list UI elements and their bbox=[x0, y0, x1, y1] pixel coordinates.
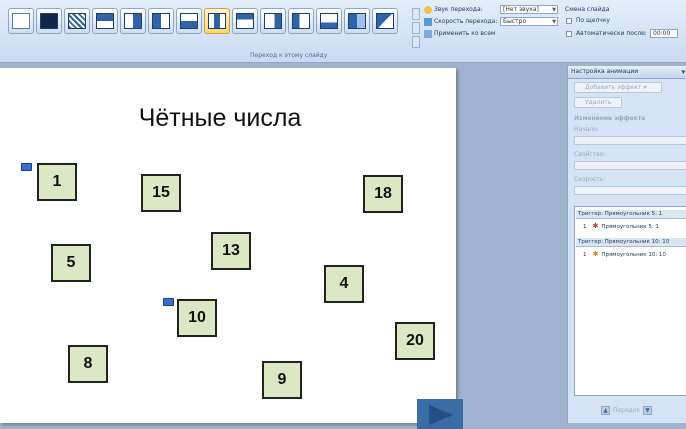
sound-icon bbox=[424, 6, 432, 14]
number-box[interactable]: 18 bbox=[363, 175, 403, 213]
slide-title[interactable]: Чётные числа bbox=[0, 104, 440, 133]
add-effect-button[interactable]: Добавить эффект ▾ bbox=[574, 82, 662, 93]
transition-wipe-down-icon bbox=[96, 13, 114, 29]
number-box[interactable]: 8 bbox=[68, 345, 108, 383]
property-label: Свойство: bbox=[574, 151, 606, 158]
transition-split-icon bbox=[208, 13, 226, 29]
add-effect-label: Добавить эффект bbox=[585, 84, 642, 91]
on-click-label: По щелчку bbox=[576, 17, 610, 24]
transition-dissolve-icon bbox=[68, 13, 86, 29]
sound-value: [Нет звука] bbox=[503, 6, 539, 13]
number-box[interactable]: 10 bbox=[177, 299, 217, 337]
item-label: Прямоугольник 10: 10 bbox=[601, 252, 666, 258]
gallery-scroll-up[interactable] bbox=[412, 8, 420, 20]
speed-icon bbox=[424, 18, 432, 26]
transition-cover-right-button[interactable] bbox=[288, 8, 314, 34]
transition-wipe-up-button[interactable] bbox=[176, 8, 202, 34]
pane-header: Настройка анимации ▾ bbox=[568, 66, 686, 79]
transition-cover-down-icon bbox=[236, 13, 254, 29]
transition-wipe-down-button[interactable] bbox=[92, 8, 118, 34]
transition-split-button[interactable] bbox=[204, 8, 230, 34]
close-pane-icon[interactable]: ▾ bbox=[681, 66, 685, 78]
transition-cover-up-button[interactable] bbox=[316, 8, 342, 34]
on-click-checkbox[interactable] bbox=[566, 18, 572, 24]
speed-select[interactable]: Быстро ▼ bbox=[500, 17, 558, 26]
animation-list[interactable]: Триггер: Прямоугольник 5: 1 1 ✱ Прямоуголь… bbox=[574, 206, 686, 396]
transition-cover-up-icon bbox=[320, 13, 338, 29]
trigger-marker-icon bbox=[163, 298, 174, 306]
effect-star-icon: ✱ bbox=[592, 250, 599, 258]
number-box[interactable]: 9 bbox=[262, 361, 302, 399]
transition-push-button[interactable] bbox=[344, 8, 370, 34]
number-box[interactable]: 5 bbox=[51, 244, 91, 282]
transition-wipe-left-button[interactable] bbox=[120, 8, 146, 34]
transition-cover-left-icon bbox=[264, 13, 282, 29]
gallery-scroll-down[interactable] bbox=[412, 22, 420, 34]
sound-select[interactable]: [Нет звука] ▼ bbox=[500, 5, 558, 14]
number-box[interactable]: 13 bbox=[211, 232, 251, 270]
item-label: Прямоугольник 5: 1 bbox=[601, 224, 659, 230]
transition-dissolve-button[interactable] bbox=[64, 8, 90, 34]
start-select[interactable] bbox=[574, 136, 686, 145]
number-box[interactable]: 4 bbox=[324, 265, 364, 303]
speed-label-pane: Скорость: bbox=[574, 176, 606, 183]
reorder-controls: ▲ Порядок ▼ bbox=[598, 406, 655, 415]
transition-fade-icon bbox=[40, 13, 58, 29]
change-effect-heading: Изменение эффекта bbox=[574, 115, 646, 122]
item-index: 1 bbox=[583, 252, 587, 258]
speed-label: Скорость перехода: bbox=[434, 18, 498, 25]
trigger-header[interactable]: Триггер: Прямоугольник 10: 10 bbox=[576, 238, 686, 247]
group-label: Переход к этому слайду bbox=[250, 52, 328, 59]
move-down-icon[interactable]: ▼ bbox=[643, 406, 653, 415]
trigger-marker-icon bbox=[21, 163, 32, 171]
auto-after-label: Автоматически после: bbox=[576, 30, 647, 37]
transition-strips-icon bbox=[376, 13, 394, 29]
animation-item[interactable]: 1 ✱ Прямоугольник 5: 1 bbox=[583, 222, 659, 230]
chevron-down-icon: ▼ bbox=[552, 19, 556, 25]
animation-item[interactable]: 1 ✱ Прямоугольник 10: 10 bbox=[583, 250, 666, 258]
number-box[interactable]: 1 bbox=[37, 163, 77, 201]
transition-strips-button[interactable] bbox=[372, 8, 398, 34]
apply-all-icon bbox=[424, 30, 432, 38]
speed-value: Быстро bbox=[503, 18, 527, 25]
transition-none-button[interactable] bbox=[8, 8, 34, 34]
transition-wipe-right-button[interactable] bbox=[148, 8, 174, 34]
next-slide-button[interactable] bbox=[417, 399, 463, 429]
transition-wipe-up-icon bbox=[180, 13, 198, 29]
item-index: 1 bbox=[583, 224, 587, 230]
auto-after-checkbox[interactable] bbox=[566, 31, 572, 37]
ribbon: Переход к этому слайду Звук перехода: [Н… bbox=[0, 0, 686, 63]
pane-title: Настройка анимации bbox=[571, 68, 639, 75]
property-select[interactable] bbox=[574, 161, 686, 170]
effect-star-icon: ✱ bbox=[592, 222, 599, 230]
transition-wipe-left-icon bbox=[124, 13, 142, 29]
order-label: Порядок bbox=[613, 407, 641, 414]
transition-cover-down-button[interactable] bbox=[232, 8, 258, 34]
play-arrow-icon bbox=[429, 405, 453, 425]
number-box[interactable]: 20 bbox=[395, 322, 435, 360]
transition-wipe-right-icon bbox=[152, 13, 170, 29]
start-label: Начало: bbox=[574, 126, 599, 133]
sound-label: Звук перехода: bbox=[434, 6, 483, 13]
remove-effect-button[interactable]: Удалить bbox=[574, 97, 622, 108]
transition-cover-left-button[interactable] bbox=[260, 8, 286, 34]
number-box[interactable]: 15 bbox=[141, 174, 181, 212]
transition-none-icon bbox=[12, 13, 30, 29]
advance-title: Смена слайда bbox=[565, 6, 610, 13]
auto-after-input[interactable]: 00:00 bbox=[650, 29, 678, 38]
gallery-more[interactable] bbox=[412, 36, 420, 48]
move-up-icon[interactable]: ▲ bbox=[601, 406, 610, 415]
custom-animation-pane: Настройка анимации ▾ Добавить эффект ▾ У… bbox=[567, 66, 686, 423]
chevron-down-icon: ▼ bbox=[552, 7, 556, 13]
transition-cover-right-icon bbox=[292, 13, 310, 29]
transition-fade-button[interactable] bbox=[36, 8, 62, 34]
transition-push-icon bbox=[348, 13, 366, 29]
trigger-header[interactable]: Триггер: Прямоугольник 5: 1 bbox=[576, 210, 686, 219]
speed-select-pane[interactable] bbox=[574, 186, 686, 195]
slide-canvas: Чётные числа 1 15 18 5 13 4 10 20 8 9 bbox=[0, 68, 463, 429]
apply-all-button[interactable]: Применить ко всем bbox=[434, 29, 495, 38]
